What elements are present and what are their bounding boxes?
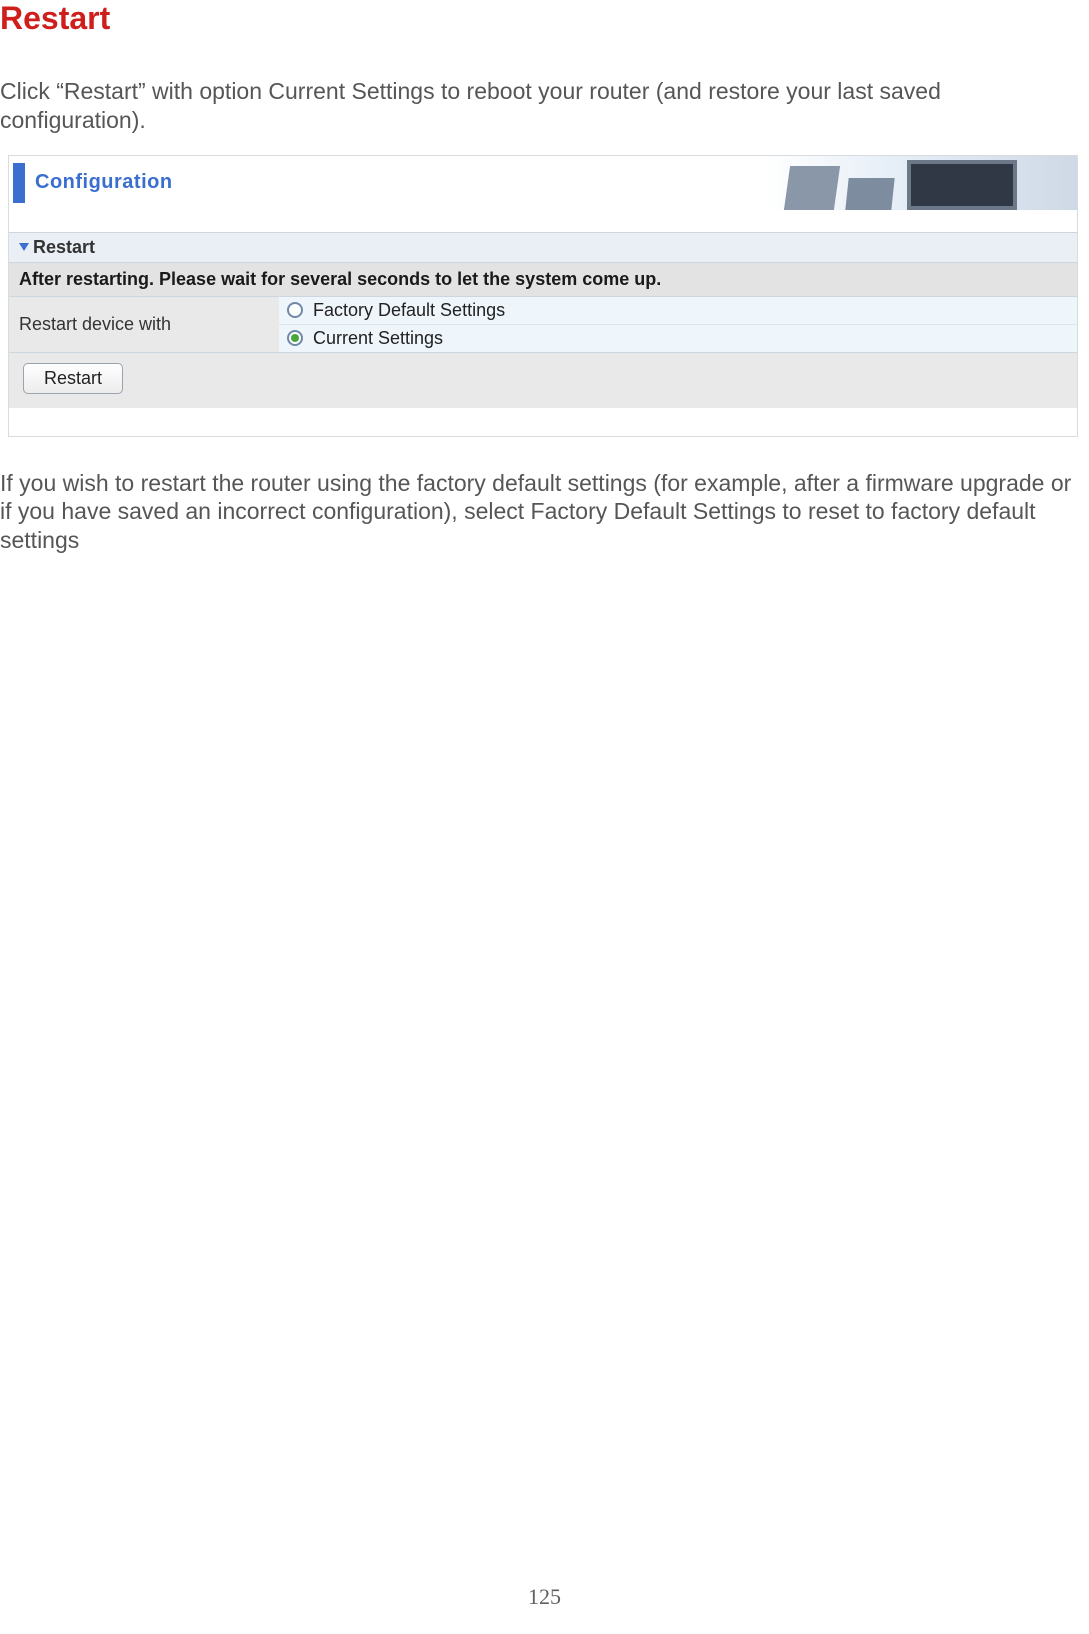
restart-option-group: Factory Default Settings Current Setting… — [279, 297, 1077, 352]
config-screenshot: Configuration Restart After restarting. … — [8, 155, 1078, 437]
outro-paragraph: If you wish to restart the router using … — [0, 469, 1089, 555]
spacer — [9, 408, 1077, 436]
restart-option-row: Restart device with Factory Default Sett… — [9, 297, 1077, 353]
decorative-monitor-icon — [907, 160, 1017, 210]
page-number: 125 — [0, 1584, 1089, 1610]
spacer — [9, 210, 1077, 232]
radio-icon — [287, 330, 303, 346]
header-accent-bar — [13, 163, 25, 203]
restart-option-label: Restart device with — [9, 297, 279, 352]
section-title-text: Restart — [33, 237, 95, 257]
radio-icon — [287, 302, 303, 318]
decorative-shape — [784, 166, 840, 210]
config-header-title: Configuration — [35, 171, 173, 194]
chevron-down-icon — [19, 243, 29, 251]
restart-notice: After restarting. Please wait for severa… — [9, 263, 1077, 297]
intro-paragraph: Click “Restart” with option Current Sett… — [0, 77, 1089, 135]
config-header: Configuration — [9, 156, 1077, 210]
option-current-settings[interactable]: Current Settings — [279, 325, 1077, 352]
header-decorative-image — [767, 156, 1077, 210]
decorative-shape — [845, 178, 894, 210]
button-row: Restart — [9, 353, 1077, 408]
option-label: Factory Default Settings — [313, 300, 505, 321]
restart-button[interactable]: Restart — [23, 363, 123, 394]
option-factory-default[interactable]: Factory Default Settings — [279, 297, 1077, 325]
page-heading: Restart — [0, 0, 1089, 37]
option-label: Current Settings — [313, 328, 443, 349]
section-title-bar: Restart — [9, 232, 1077, 263]
